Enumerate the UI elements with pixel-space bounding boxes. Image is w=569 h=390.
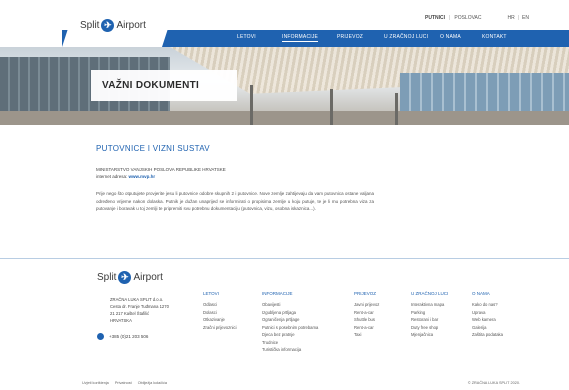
- footer-column-u-zracnoj-luci: U ZRAČNOJ LUCI Interaktivna mapa Parking…: [411, 291, 448, 339]
- footer-link[interactable]: Zračni prijevoznici: [203, 324, 237, 332]
- footer-column-heading: O NAMA: [472, 291, 490, 296]
- footer-link[interactable]: Odlasci: [203, 301, 237, 309]
- footer-link[interactable]: Zaštita podataka: [472, 331, 503, 339]
- top-link-putnici[interactable]: PUTNICI: [425, 15, 445, 21]
- footer-divider: [0, 258, 569, 259]
- separator: |: [517, 15, 520, 21]
- language-switcher: HR | EN: [508, 15, 530, 21]
- footer-link[interactable]: Duty free shop: [411, 324, 448, 332]
- footer-link[interactable]: Taxi: [354, 331, 379, 339]
- footer-link[interactable]: Putnici s posebnim potrebama: [262, 324, 318, 332]
- footer-column-heading: INFORMACIJE: [262, 291, 293, 296]
- footer-link[interactable]: Interaktivna mapa: [411, 301, 448, 309]
- footer-link[interactable]: Otkazivanje: [203, 316, 237, 324]
- hero-pillar: [250, 85, 253, 125]
- logo-mark-icon: ✈: [118, 271, 132, 284]
- separator: |: [449, 15, 451, 21]
- logo-text-airport: Airport: [116, 20, 146, 31]
- footer-link[interactable]: Kako do nas?: [472, 301, 503, 309]
- footer-link[interactable]: Rent-a-car: [354, 324, 379, 332]
- footer-address: ZRAČNA LUKA SPLIT d.o.o. Cesta dr. Franj…: [110, 296, 169, 324]
- footer-phone: +385 (0)21 203 506: [97, 333, 148, 340]
- footer-column-letovi: LETOVI Odlasci Dolasci Otkazivanje Zračn…: [203, 291, 237, 331]
- site-logo[interactable]: Split ✈ Airport: [80, 19, 146, 32]
- footer-link[interactable]: Galerija: [472, 324, 503, 332]
- hero-pillar: [330, 89, 333, 125]
- legal-links: Uvjeti korištenja Privatnost Obilježja k…: [82, 381, 167, 385]
- hero-floor: [0, 111, 569, 125]
- footer-link[interactable]: Shuttle bus: [354, 316, 379, 324]
- footer-column-prijevoz: PRIJEVOZ Javni prijevoz Rent-a-car Shutt…: [354, 291, 379, 339]
- top-links: PUTNICI | POSLOVAC HR | EN: [425, 15, 529, 21]
- footer-link[interactable]: Ograničenja prtljage: [262, 316, 318, 324]
- address-line: HRVATSKA: [110, 318, 132, 323]
- nav-letovi[interactable]: LETOVI: [237, 34, 256, 40]
- footer-column-heading: PRIJEVOZ: [354, 291, 377, 296]
- footer-link[interactable]: Web kamera: [472, 316, 503, 324]
- logo-text-airport: Airport: [133, 272, 163, 283]
- web-address-link[interactable]: www.mvp.hr: [129, 174, 156, 179]
- footer-link[interactable]: Djeca bez pratnje: [262, 331, 318, 339]
- language-en[interactable]: EN: [522, 15, 529, 21]
- nav-informacije[interactable]: INFORMACIJE: [282, 34, 319, 42]
- nav-kontakt[interactable]: KONTAKT: [482, 34, 507, 40]
- footer-link[interactable]: Trudnice: [262, 339, 318, 347]
- footer-link[interactable]: Obavijesti: [262, 301, 318, 309]
- footer-column-o-nama: O NAMA Kako do nas? Uprava Web kamera Ga…: [472, 291, 503, 339]
- info-paragraph: Prije nego što otputujete provjerite jes…: [96, 191, 374, 211]
- footer-link[interactable]: Restorani i bar: [411, 316, 448, 324]
- footer-link[interactable]: Uprava: [472, 309, 503, 317]
- logo-mark-icon: ✈: [101, 19, 115, 32]
- nav-o-nama[interactable]: O NAMA: [440, 34, 461, 40]
- footer-link[interactable]: Dolasci: [203, 309, 237, 317]
- hero-pillar: [395, 93, 398, 125]
- address-line: 21 217 Kaštel Štafilić: [110, 311, 150, 316]
- footer-column-heading: U ZRAČNOJ LUCI: [411, 291, 449, 296]
- language-hr[interactable]: HR: [508, 15, 515, 21]
- copyright: © ZRAČNA LUKA SPLIT 2020.: [467, 381, 520, 385]
- footer-link[interactable]: Rent-a-car: [354, 309, 379, 317]
- web-address-label: internet adresa:: [96, 174, 128, 179]
- logo-text-split: Split: [80, 20, 100, 31]
- phone-icon: [97, 333, 104, 340]
- top-link-poslovac[interactable]: POSLOVAC: [454, 15, 481, 21]
- address-line: ZRAČNA LUKA SPLIT d.o.o.: [110, 297, 164, 302]
- footer-column-heading: LETOVI: [203, 291, 219, 296]
- legal-link-terms[interactable]: Uvjeti korištenja: [82, 381, 109, 385]
- hero-banner: [0, 47, 569, 125]
- phone-number[interactable]: +385 (0)21 203 506: [109, 334, 148, 339]
- footer-link[interactable]: Mjenjačnica: [411, 331, 448, 339]
- logo-text-split: Split: [97, 272, 117, 283]
- nav-u-zracnoj-luci[interactable]: U ZRAČNOJ LUCI: [384, 34, 428, 40]
- address-line: Cesta dr. Franje Tuđmana 1270: [110, 304, 169, 309]
- legal-link-privacy[interactable]: Privatnost: [115, 381, 132, 385]
- footer-link[interactable]: Parking: [411, 309, 448, 317]
- section-title: PUTOVNICE I VIZNI SUSTAV: [96, 144, 210, 153]
- nav-prijevoz[interactable]: PRIJEVOZ: [337, 34, 363, 40]
- footer-link[interactable]: Izgubljena prtljaga: [262, 309, 318, 317]
- footer-column-informacije: INFORMACIJE Obavijesti Izgubljena prtlja…: [262, 291, 318, 354]
- legal-link-cookies[interactable]: Obilježja kolačića: [138, 381, 167, 385]
- web-address: internet adresa: www.mvp.hr: [96, 174, 155, 179]
- footer-link[interactable]: Turistička informacija: [262, 346, 318, 354]
- footer-logo[interactable]: Split ✈ Airport: [97, 271, 163, 284]
- footer-link[interactable]: Javni prijevoz: [354, 301, 379, 309]
- page-title: VAŽNI DOKUMENTI: [102, 80, 200, 91]
- ministry-name: MINISTARSTVO VANJSKIH POSLOVA REPUBLIKE …: [96, 167, 226, 172]
